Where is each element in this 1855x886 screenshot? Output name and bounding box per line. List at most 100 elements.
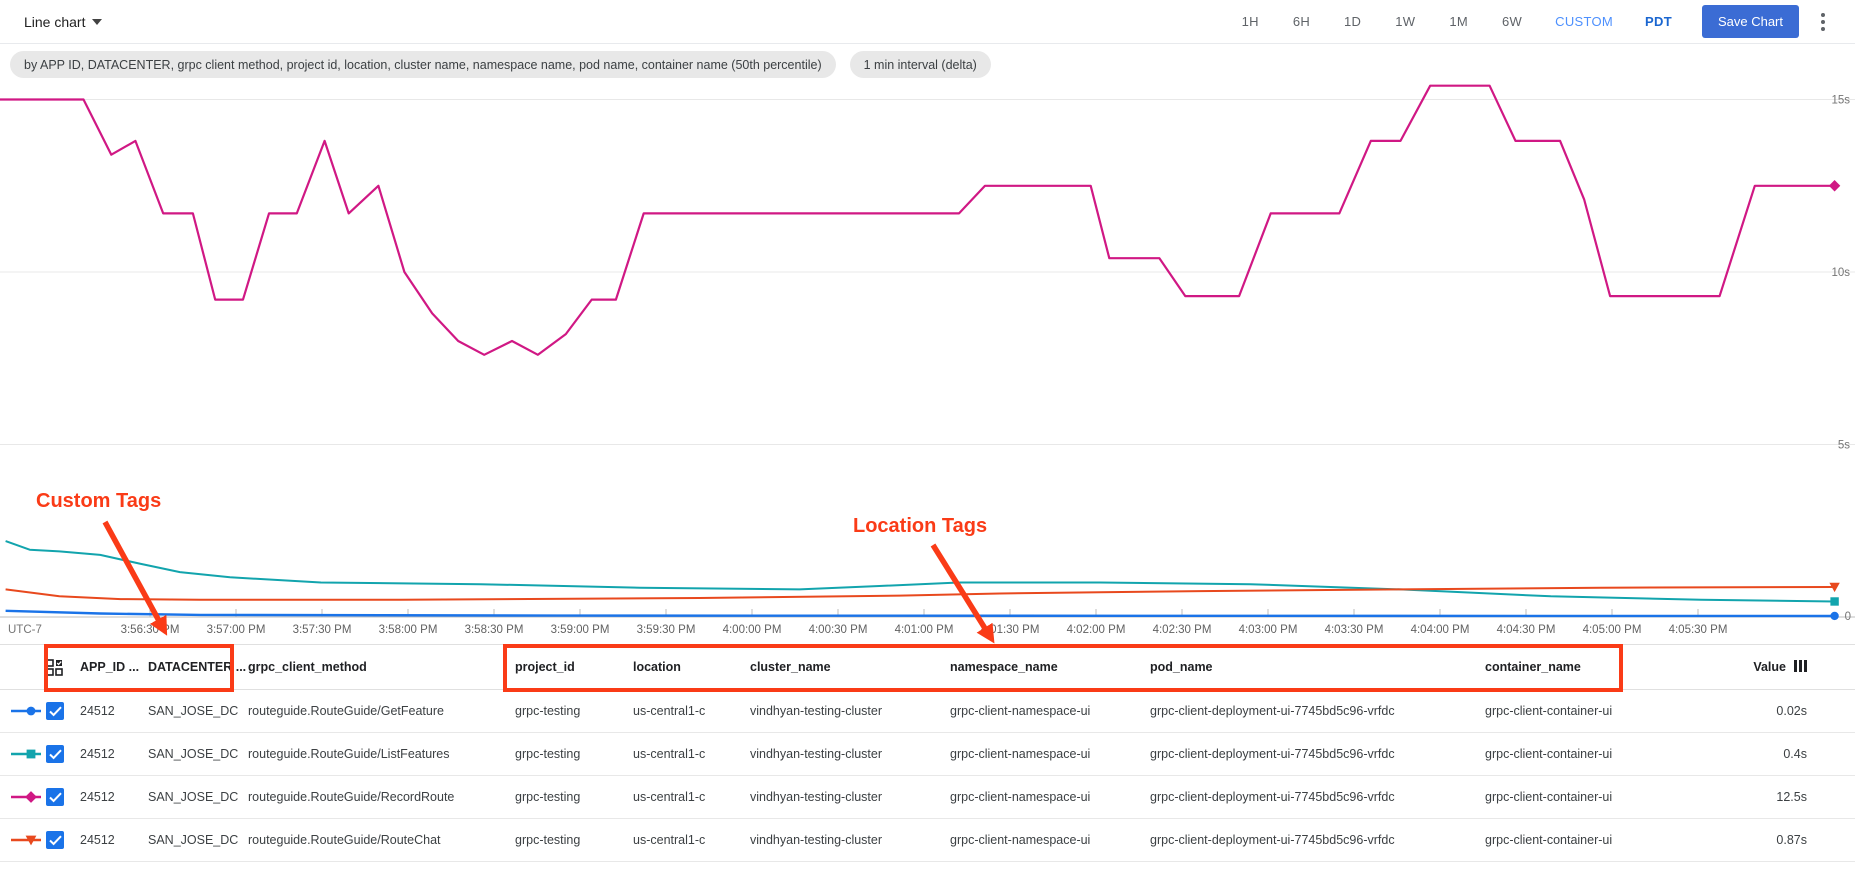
x-axis-tick-label: 3:58:00 PM: [379, 624, 438, 636]
custom-tags-annotation: Custom Tags: [36, 490, 161, 513]
pod-name-cell: grpc-client-deployment-ui-7745bd5c96-vrf…: [1150, 747, 1485, 761]
datacenter-cell: SAN_JOSE_DC: [148, 747, 248, 761]
timezone-button[interactable]: PDT: [1629, 6, 1688, 37]
cluster-name-cell: vindhyan-testing-cluster: [750, 704, 950, 718]
series-line: [0, 86, 1835, 355]
row-checkbox[interactable]: [46, 702, 64, 720]
x-axis-tick-label: 3:57:00 PM: [207, 624, 266, 636]
series-line: [6, 541, 1835, 601]
column-header-pod_name[interactable]: pod_name: [1150, 660, 1485, 674]
chart-type-dropdown[interactable]: Line chart: [24, 14, 102, 30]
chart-canvas[interactable]: 15s10s5sUTC-73:56:30 PM3:57:00 PM3:57:30…: [0, 70, 1855, 642]
chart-type-label: Line chart: [24, 14, 85, 30]
series-diamond-legend-icon: [0, 789, 46, 805]
column-header-value[interactable]: Value: [1640, 660, 1815, 675]
range-button-1h[interactable]: 1H: [1225, 6, 1276, 37]
toolbar: Line chart 1H6H1D1W1M6W CUSTOM PDT Save …: [0, 0, 1855, 44]
column-header-container_name[interactable]: container_name: [1485, 660, 1640, 674]
table-row[interactable]: 24512SAN_JOSE_DCrouteguide.RouteGuide/Ge…: [0, 690, 1855, 733]
app-id-cell: 24512: [80, 790, 148, 804]
namespace-name-cell: grpc-client-namespace-ui: [950, 833, 1150, 847]
utc-offset-label: UTC-7: [8, 624, 42, 636]
series-line: [6, 587, 1835, 600]
custom-range-button[interactable]: CUSTOM: [1539, 6, 1629, 37]
group-by-chip[interactable]: by APP ID, DATACENTER, grpc client metho…: [10, 51, 836, 78]
location-cell: us-central1-c: [633, 790, 750, 804]
line-chart[interactable]: 15s10s5sUTC-73:56:30 PM3:57:00 PM3:57:30…: [0, 70, 1855, 642]
series-line: [6, 611, 1835, 616]
table-body: 24512SAN_JOSE_DCrouteguide.RouteGuide/Ge…: [0, 690, 1855, 862]
table-row[interactable]: 24512SAN_JOSE_DCrouteguide.RouteGuide/Li…: [0, 733, 1855, 776]
row-checkbox[interactable]: [46, 788, 64, 806]
app-id-cell: 24512: [80, 833, 148, 847]
location-cell: us-central1-c: [633, 704, 750, 718]
container-name-cell: grpc-client-container-ui: [1485, 833, 1640, 847]
location-tags-annotation: Location Tags: [853, 515, 987, 538]
table-row[interactable]: 24512SAN_JOSE_DCrouteguide.RouteGuide/Re…: [0, 776, 1855, 819]
x-axis-tick-label: 4:01:30 PM: [981, 624, 1040, 636]
columns-icon[interactable]: [1794, 660, 1807, 675]
grpc-client-method-cell: routeguide.RouteGuide/RecordRoute: [248, 790, 515, 804]
column-header-cluster_name[interactable]: cluster_name: [750, 660, 950, 674]
namespace-name-cell: grpc-client-namespace-ui: [950, 747, 1150, 761]
checkbox-cell: [46, 745, 80, 763]
datacenter-cell: SAN_JOSE_DC: [148, 790, 248, 804]
series-triangle-legend-icon: [0, 832, 46, 848]
y-axis-zero-label: 0: [1845, 611, 1851, 623]
x-axis-tick-label: 4:03:00 PM: [1239, 624, 1298, 636]
x-axis-tick-label: 4:02:30 PM: [1153, 624, 1212, 636]
range-button-1w[interactable]: 1W: [1378, 6, 1432, 37]
x-axis-tick-label: 4:05:00 PM: [1583, 624, 1642, 636]
namespace-name-cell: grpc-client-namespace-ui: [950, 704, 1150, 718]
namespace-name-cell: grpc-client-namespace-ui: [950, 790, 1150, 804]
range-button-1d[interactable]: 1D: [1327, 6, 1378, 37]
container-name-cell: grpc-client-container-ui: [1485, 790, 1640, 804]
range-button-6h[interactable]: 6H: [1276, 6, 1327, 37]
cluster-name-cell: vindhyan-testing-cluster: [750, 833, 950, 847]
select-series-grid-icon[interactable]: [46, 659, 80, 676]
datacenter-cell: SAN_JOSE_DC: [148, 833, 248, 847]
project-id-cell: grpc-testing: [515, 790, 633, 804]
y-axis-tick-label: 5s: [1838, 440, 1850, 452]
interval-chip[interactable]: 1 min interval (delta): [850, 51, 991, 78]
value-cell: 0.02s: [1640, 704, 1815, 718]
y-axis-tick-label: 10s: [1831, 267, 1850, 279]
column-header-datacenter[interactable]: DATACENTER ...: [148, 660, 248, 674]
cluster-name-cell: vindhyan-testing-cluster: [750, 790, 950, 804]
x-axis-tick-label: 4:02:00 PM: [1067, 624, 1126, 636]
save-chart-button[interactable]: Save Chart: [1702, 5, 1799, 38]
value-cell: 0.87s: [1640, 833, 1815, 847]
column-header-app_id[interactable]: APP_ID ...: [80, 660, 148, 674]
overflow-menu-icon[interactable]: [1809, 8, 1837, 36]
checkbox-cell: [46, 831, 80, 849]
filter-chips: by APP ID, DATACENTER, grpc client metho…: [10, 51, 991, 78]
column-header-grpc_client_method[interactable]: grpc_client_method: [248, 660, 515, 674]
x-axis-tick-label: 3:58:30 PM: [465, 624, 524, 636]
column-header-location[interactable]: location: [633, 660, 750, 674]
x-axis-tick-label: 3:59:30 PM: [637, 624, 696, 636]
x-axis-tick-label: 3:56:30 PM: [121, 624, 180, 636]
row-checkbox[interactable]: [46, 831, 64, 849]
column-header-project_id[interactable]: project_id: [515, 660, 633, 674]
x-axis-tick-label: 3:57:30 PM: [293, 624, 352, 636]
value-cell: 0.4s: [1640, 747, 1815, 761]
row-checkbox[interactable]: [46, 745, 64, 763]
chevron-down-icon: [92, 19, 102, 25]
datacenter-cell: SAN_JOSE_DC: [148, 704, 248, 718]
table-row[interactable]: 24512SAN_JOSE_DCrouteguide.RouteGuide/Ro…: [0, 819, 1855, 862]
pod-name-cell: grpc-client-deployment-ui-7745bd5c96-vrf…: [1150, 704, 1485, 718]
range-button-6w[interactable]: 6W: [1485, 6, 1539, 37]
x-axis-tick-label: 4:01:00 PM: [895, 624, 954, 636]
range-button-1m[interactable]: 1M: [1432, 6, 1485, 37]
location-cell: us-central1-c: [633, 833, 750, 847]
container-name-cell: grpc-client-container-ui: [1485, 747, 1640, 761]
project-id-cell: grpc-testing: [515, 704, 633, 718]
pod-name-cell: grpc-client-deployment-ui-7745bd5c96-vrf…: [1150, 833, 1485, 847]
x-axis-tick-label: 4:00:30 PM: [809, 624, 868, 636]
time-range-buttons: 1H6H1D1W1M6W: [1225, 6, 1540, 37]
checkbox-cell: [46, 702, 80, 720]
checkbox-cell: [46, 788, 80, 806]
table-header: APP_ID ...DATACENTER ...grpc_client_meth…: [0, 644, 1855, 690]
column-header-namespace_name[interactable]: namespace_name: [950, 660, 1150, 674]
x-axis-tick-label: 4:04:30 PM: [1497, 624, 1556, 636]
